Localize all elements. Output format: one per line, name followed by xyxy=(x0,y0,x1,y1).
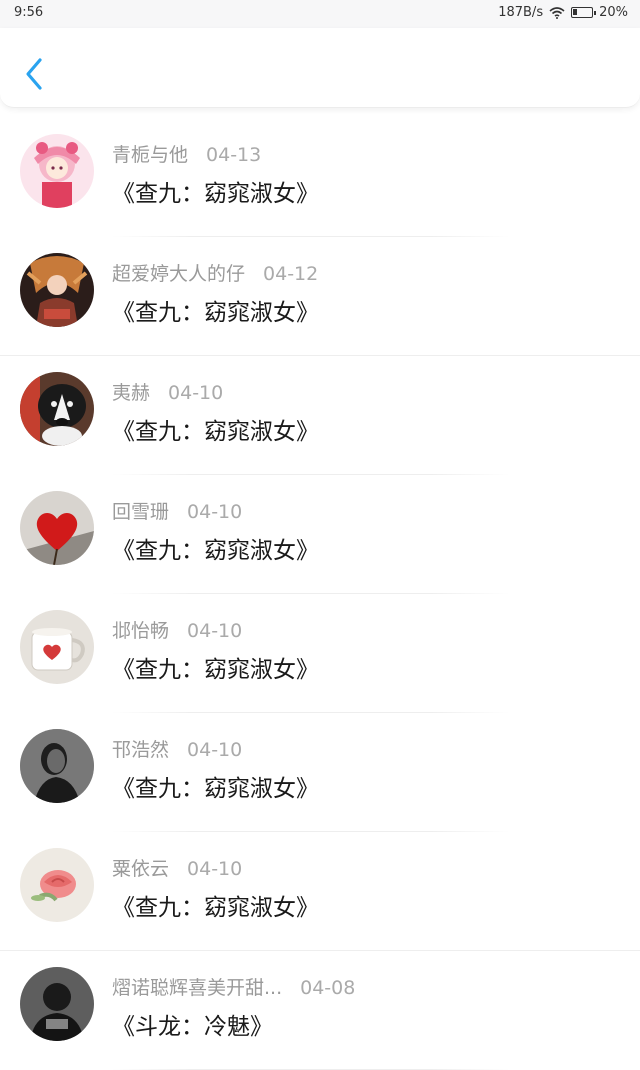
post-date: 04-10 xyxy=(187,620,243,642)
book-title[interactable]: 《查九：窈窕淑女》 xyxy=(112,888,319,922)
user-name[interactable]: 青栀与他 xyxy=(112,140,188,167)
list-item[interactable]: 夷赫 04-10 《查九：窈窕淑女》 xyxy=(0,356,640,475)
back-button[interactable] xyxy=(18,54,50,94)
status-time: 9:56 xyxy=(14,5,44,20)
book-title[interactable]: 《查九：窈窕淑女》 xyxy=(112,650,319,684)
user-name[interactable]: 夷赫 xyxy=(112,378,150,405)
avatar[interactable] xyxy=(20,967,94,1041)
battery-level: 20% xyxy=(599,5,628,20)
post-date: 04-10 xyxy=(187,858,243,880)
list-item[interactable]: 邶怡畅 04-10 《查九：窈窕淑女》 xyxy=(0,594,640,713)
book-title[interactable]: 《查九：窈窕淑女》 xyxy=(112,174,319,208)
user-name[interactable]: 邗浩然 xyxy=(112,735,169,762)
list-item[interactable]: 熠诺聪辉喜美开甜... 04-08 《斗龙：冷魅》 xyxy=(0,951,640,1070)
avatar[interactable] xyxy=(20,610,94,684)
wifi-icon xyxy=(549,6,565,19)
avatar[interactable] xyxy=(20,848,94,922)
post-date: 04-10 xyxy=(187,501,243,523)
book-title[interactable]: 《查九：窈窕淑女》 xyxy=(112,412,319,446)
post-date: 04-10 xyxy=(187,739,243,761)
battery-icon xyxy=(571,7,597,18)
list-item[interactable]: 邗浩然 04-10 《查九：窈窕淑女》 xyxy=(0,713,640,832)
avatar[interactable] xyxy=(20,491,94,565)
post-date: 04-13 xyxy=(206,144,262,166)
book-title[interactable]: 《查九：窈窕淑女》 xyxy=(112,531,319,565)
user-name[interactable]: 邶怡畅 xyxy=(112,616,169,643)
post-date: 04-08 xyxy=(300,977,356,999)
avatar[interactable] xyxy=(20,253,94,327)
book-title[interactable]: 《查九：窈窕淑女》 xyxy=(112,769,319,803)
comment-list: 青栀与他 04-13 《查九：窈窕淑女》 超爱婷大人的仔 04-12 《查九：窈… xyxy=(0,118,640,1070)
status-bar: 9:56 187B/s 20% xyxy=(0,0,640,28)
user-name[interactable]: 熠诺聪辉喜美开甜... xyxy=(112,973,282,1000)
avatar[interactable] xyxy=(20,372,94,446)
net-speed: 187B/s xyxy=(498,5,544,20)
user-name[interactable]: 回雪珊 xyxy=(112,497,169,524)
avatar[interactable] xyxy=(20,729,94,803)
status-indicators: 187B/s 20% xyxy=(498,5,628,20)
avatar[interactable] xyxy=(20,134,94,208)
post-date: 04-12 xyxy=(263,263,319,285)
list-item[interactable]: 回雪珊 04-10 《查九：窈窕淑女》 xyxy=(0,475,640,594)
header-bar xyxy=(0,28,640,108)
list-item[interactable]: 超爱婷大人的仔 04-12 《查九：窈窕淑女》 xyxy=(0,237,640,356)
book-title[interactable]: 《斗龙：冷魅》 xyxy=(112,1007,273,1041)
user-name[interactable]: 粟依云 xyxy=(112,854,169,881)
user-name[interactable]: 超爱婷大人的仔 xyxy=(112,259,245,286)
chevron-left-icon xyxy=(26,58,42,90)
list-item[interactable]: 粟依云 04-10 《查九：窈窕淑女》 xyxy=(0,832,640,951)
post-date: 04-10 xyxy=(168,382,224,404)
list-item[interactable]: 青栀与他 04-13 《查九：窈窕淑女》 xyxy=(0,118,640,237)
book-title[interactable]: 《查九：窈窕淑女》 xyxy=(112,293,319,327)
